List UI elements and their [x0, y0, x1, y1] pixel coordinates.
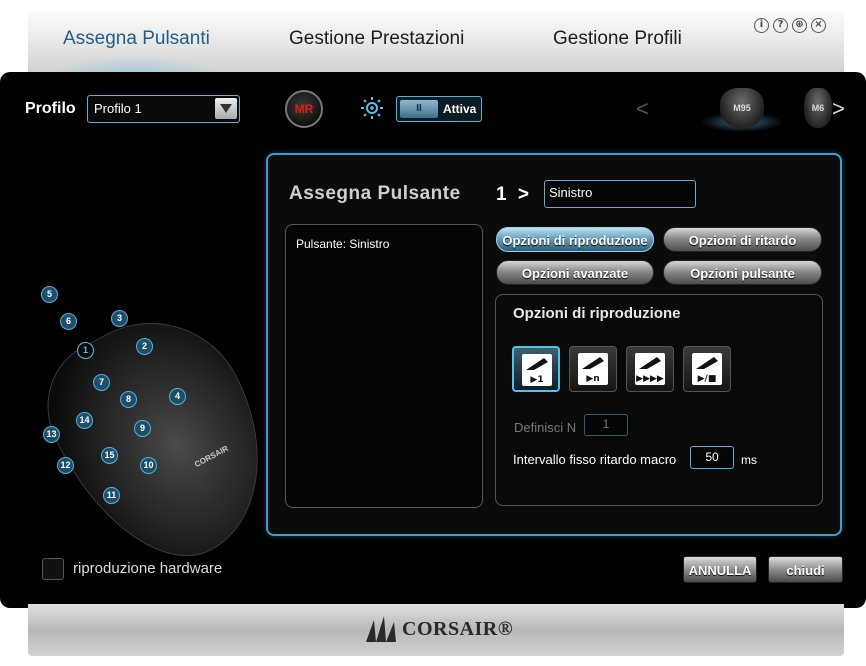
toggle-knob[interactable]: II	[400, 100, 438, 118]
mouse-button-8[interactable]: 8	[120, 391, 137, 408]
chevron-right-icon: >	[517, 184, 529, 205]
close-icon[interactable]: ×	[811, 18, 826, 33]
mouse-button-3[interactable]: 3	[111, 310, 128, 327]
carousel-prev-icon[interactable]: <	[636, 96, 649, 122]
mouse-button-12[interactable]: 12	[57, 457, 74, 474]
mouse-thumb-m95[interactable]: M95	[720, 88, 764, 128]
button-name-input[interactable]: Sinistro	[544, 180, 696, 208]
play-once-button[interactable]: ▶1	[512, 346, 560, 392]
delay-unit-label: ms	[741, 453, 757, 467]
globe-icon[interactable]: ⊕	[792, 18, 807, 33]
help-icon[interactable]: ?	[773, 18, 788, 33]
button-options-button[interactable]: Opzioni pulsante	[663, 260, 822, 285]
macro-record-button[interactable]: MR	[285, 90, 323, 128]
carousel-next-icon[interactable]: >	[832, 96, 845, 122]
footer-brand: CORSAIR®	[402, 618, 514, 640]
info-icon[interactable]: i	[754, 18, 769, 33]
list-item[interactable]: Pulsante: Sinistro	[296, 237, 389, 251]
mouse-button-11[interactable]: 11	[103, 487, 120, 504]
mouse-button-15[interactable]: 15	[101, 447, 118, 464]
mouse-button-14[interactable]: 14	[76, 412, 93, 429]
brightness-icon[interactable]	[360, 96, 384, 120]
mouse-button-5[interactable]: 5	[41, 286, 58, 303]
mouse-diagram: CORSAIR	[22, 280, 304, 591]
mouse-button-7[interactable]: 7	[93, 374, 110, 391]
chevron-down-icon[interactable]	[215, 98, 237, 119]
mouse-button-2[interactable]: 2	[136, 338, 153, 355]
advanced-options-button[interactable]: Opzioni avanzate	[496, 260, 654, 285]
profile-dropdown[interactable]: Profilo 1	[87, 95, 240, 123]
play-toggle-button[interactable]: ▶/■	[683, 346, 731, 392]
mouse-button-6[interactable]: 6	[60, 313, 77, 330]
fixed-delay-input[interactable]: 50	[690, 446, 734, 469]
play-toggle-icon: ▶/■	[692, 353, 722, 385]
tab-gestione-prestazioni[interactable]: Gestione Prestazioni	[289, 28, 464, 50]
active-toggle[interactable]: II Attiva	[396, 96, 482, 122]
mouse-button-13[interactable]: 13	[43, 426, 60, 443]
fixed-delay-label: Intervallo fisso ritardo macro	[513, 452, 677, 467]
tab-gestione-profili[interactable]: Gestione Profili	[553, 28, 682, 50]
playback-options-box	[495, 294, 823, 506]
playback-options-button[interactable]: Opzioni di riproduzione	[496, 227, 654, 252]
mouse-button-1[interactable]: 1	[77, 342, 94, 359]
play-repeat-icon: ▶▶▶▶	[635, 353, 665, 385]
mouse-thumb-m6[interactable]: M6	[804, 88, 832, 128]
hardware-playback-label: riproduzione hardware	[73, 560, 223, 577]
mouse-button-10[interactable]: 10	[140, 457, 157, 474]
play-once-icon: ▶1	[522, 354, 552, 386]
toggle-label: Attiva	[443, 102, 477, 116]
define-n-input[interactable]: 1	[584, 414, 628, 436]
hardware-playback-checkbox[interactable]	[42, 558, 64, 580]
cancel-button[interactable]: ANNULLA	[683, 556, 757, 583]
play-n-times-icon: ▶n	[578, 353, 608, 385]
assign-button-index: 1 >	[496, 184, 529, 206]
play-repeat-button[interactable]: ▶▶▶▶	[626, 346, 674, 392]
play-n-times-button[interactable]: ▶n	[569, 346, 617, 392]
tab-assegna-pulsanti[interactable]: Assegna Pulsanti	[63, 28, 210, 50]
assign-title: Assegna Pulsante	[289, 183, 461, 204]
profile-label: Profilo	[25, 100, 76, 117]
close-button[interactable]: chiudi	[768, 556, 843, 583]
assignment-list[interactable]: Pulsante: Sinistro	[285, 224, 483, 508]
define-n-label: Definisci N	[514, 420, 577, 435]
mouse-button-4[interactable]: 4	[169, 388, 186, 405]
profile-selected-value: Profilo 1	[94, 101, 142, 116]
corsair-sail-icon	[366, 616, 396, 642]
playback-options-title: Opzioni di riproduzione	[513, 305, 681, 322]
assign-index-value: 1	[496, 184, 507, 205]
mouse-button-9[interactable]: 9	[134, 420, 151, 437]
delay-options-button[interactable]: Opzioni di ritardo	[663, 227, 822, 252]
window-controls: i ? ⊕ ×	[754, 18, 826, 33]
